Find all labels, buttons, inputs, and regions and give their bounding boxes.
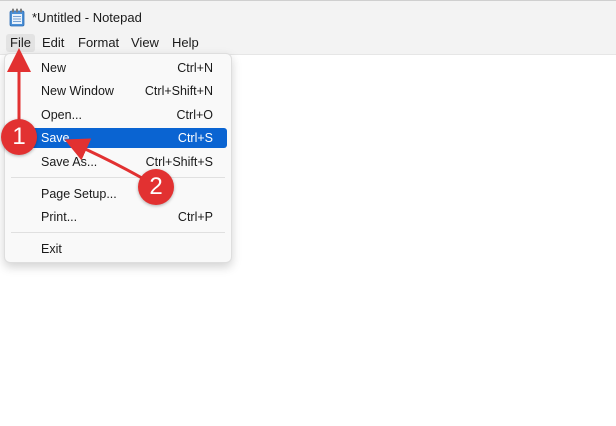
menu-file[interactable]: File xyxy=(6,34,35,52)
menu-item-exit[interactable]: Exit xyxy=(9,239,227,259)
menu-item-shortcut: Ctrl+P xyxy=(177,210,213,224)
menu-item-page-setup[interactable]: Page Setup... xyxy=(9,184,227,204)
menu-item-label: New Window xyxy=(41,84,114,98)
notepad-icon xyxy=(9,8,25,27)
menu-edit[interactable]: Edit xyxy=(38,34,68,52)
menu-item-label: Print... xyxy=(41,210,78,224)
menu-item-label: Open... xyxy=(41,108,82,122)
menu-item-shortcut: Ctrl+S xyxy=(177,131,213,145)
menu-item-label: New xyxy=(41,61,67,75)
menu-item-label: Save xyxy=(41,131,70,145)
menu-item-shortcut: Ctrl+Shift+S xyxy=(145,155,213,169)
title-bar: *Untitled - Notepad xyxy=(0,0,616,33)
menu-item-shortcut: Ctrl+O xyxy=(176,108,213,122)
menu-item-new[interactable]: New Ctrl+N xyxy=(9,58,227,78)
menu-item-save-as[interactable]: Save As... Ctrl+Shift+S xyxy=(9,152,227,172)
menu-item-new-window[interactable]: New Window Ctrl+Shift+N xyxy=(9,81,227,101)
window-title: *Untitled - Notepad xyxy=(32,10,142,25)
menu-item-label: Page Setup... xyxy=(41,187,117,201)
step-badge-1: 1 xyxy=(1,119,37,155)
menu-item-shortcut: Ctrl+N xyxy=(177,61,213,75)
menu-item-open[interactable]: Open... Ctrl+O xyxy=(9,105,227,125)
menu-item-save[interactable]: Save Ctrl+S xyxy=(9,128,227,148)
menu-separator xyxy=(11,177,225,178)
menu-view[interactable]: View xyxy=(127,34,163,52)
menu-item-shortcut: Ctrl+Shift+N xyxy=(144,84,213,98)
menu-item-label: Save As... xyxy=(41,155,98,169)
menu-separator xyxy=(11,232,225,233)
step-badge-2: 2 xyxy=(138,169,174,205)
menu-item-print[interactable]: Print... Ctrl+P xyxy=(9,207,227,227)
file-menu-dropdown: New Ctrl+N New Window Ctrl+Shift+N Open.… xyxy=(4,53,232,263)
menu-bar: File Edit Format View Help xyxy=(0,32,616,55)
menu-format[interactable]: Format xyxy=(74,34,123,52)
menu-item-label: Exit xyxy=(41,242,62,256)
menu-help[interactable]: Help xyxy=(168,34,203,52)
